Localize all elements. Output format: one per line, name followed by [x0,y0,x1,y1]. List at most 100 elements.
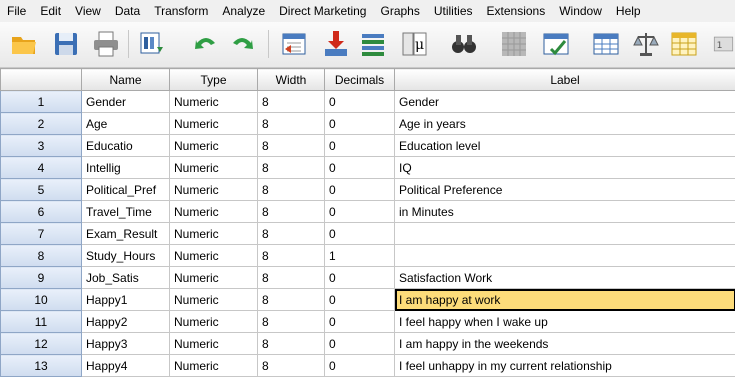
cell-decimals[interactable]: 0 [324,332,395,355]
menu-edit[interactable]: Edit [33,0,68,22]
cell-type[interactable]: Numeric [169,90,258,113]
cell-type[interactable]: Numeric [169,222,258,245]
cell-decimals[interactable]: 0 [324,156,395,179]
menu-direct-marketing[interactable]: Direct Marketing [272,0,373,22]
cell-decimals[interactable]: 0 [324,222,395,245]
cell-decimals[interactable]: 0 [324,354,395,377]
weight-cases-icon[interactable] [630,28,662,60]
cell-name[interactable]: Age [81,112,170,135]
cell-width[interactable]: 8 [257,90,325,113]
goto-variable-icon[interactable] [320,28,352,60]
menu-analyze[interactable]: Analyze [215,0,272,22]
cell-name[interactable]: Political_Pref [81,178,170,201]
cell-label[interactable]: I feel unhappy in my current relationshi… [394,354,735,377]
cell-label[interactable]: Satisfaction Work [394,266,735,289]
cell-label[interactable]: Age in years [394,112,735,135]
row-number[interactable]: 11 [0,310,82,333]
cell-width[interactable]: 8 [257,200,325,223]
cell-name[interactable]: Intellig [81,156,170,179]
cell-type[interactable]: Numeric [169,332,258,355]
column-header-decimals[interactable]: Decimals [324,68,395,91]
menu-file[interactable]: File [0,0,33,22]
cell-label[interactable]: I am happy in the weekends [394,332,735,355]
cell-name[interactable]: Gender [81,90,170,113]
cell-type[interactable]: Numeric [169,200,258,223]
column-header-label[interactable]: Label [394,68,735,91]
cell-width[interactable]: 8 [257,244,325,267]
menu-help[interactable]: Help [609,0,648,22]
menu-utilities[interactable]: Utilities [427,0,480,22]
cell-type[interactable]: Numeric [169,112,258,135]
cell-label[interactable]: I feel happy when I wake up [394,310,735,333]
cell-width[interactable]: 8 [257,266,325,289]
row-number[interactable]: 4 [0,156,82,179]
cell-type[interactable]: Numeric [169,156,258,179]
cell-name[interactable]: Happy1 [81,288,170,311]
cell-decimals[interactable]: 0 [324,90,395,113]
row-number[interactable]: 7 [0,222,82,245]
redo-icon[interactable] [226,28,258,60]
cell-width[interactable]: 8 [257,332,325,355]
cell-width[interactable]: 8 [257,134,325,157]
cell-width[interactable]: 8 [257,112,325,135]
row-number[interactable]: 2 [0,112,82,135]
find-icon[interactable] [448,28,480,60]
row-number[interactable]: 6 [0,200,82,223]
undo-icon[interactable] [190,28,222,60]
cell-width[interactable]: 8 [257,310,325,333]
cell-name[interactable]: Happy2 [81,310,170,333]
cell-width[interactable]: 8 [257,354,325,377]
cell-name[interactable]: Happy4 [81,354,170,377]
row-number[interactable]: 9 [0,266,82,289]
cell-decimals[interactable]: 0 [324,266,395,289]
row-number[interactable]: 13 [0,354,82,377]
cell-decimals[interactable]: 0 [324,134,395,157]
cell-decimals[interactable]: 0 [324,112,395,135]
cell-type[interactable]: Numeric [169,288,258,311]
menu-extensions[interactable]: Extensions [480,0,553,22]
cell-width[interactable]: 8 [257,222,325,245]
cell-label[interactable]: Political Preference [394,178,735,201]
row-number[interactable]: 8 [0,244,82,267]
cell-type[interactable]: Numeric [169,134,258,157]
menu-data[interactable]: Data [108,0,147,22]
cell-label[interactable] [394,244,735,267]
cell-width[interactable]: 8 [257,288,325,311]
cell-label[interactable]: in Minutes [394,200,735,223]
cell-label[interactable]: Education level [394,134,735,157]
cell-type[interactable]: Numeric [169,244,258,267]
value-labels-icon[interactable]: 1 [712,28,735,60]
row-number[interactable]: 12 [0,332,82,355]
cell-type[interactable]: Numeric [169,310,258,333]
split-file-icon[interactable] [590,28,622,60]
cell-name[interactable]: Job_Satis [81,266,170,289]
row-number[interactable]: 1 [0,90,82,113]
cell-width[interactable]: 8 [257,178,325,201]
cell-decimals[interactable]: 1 [324,244,395,267]
cell-name[interactable]: Study_Hours [81,244,170,267]
column-header-name[interactable]: Name [81,68,170,91]
recall-dialog-icon[interactable] [136,28,168,60]
cell-label[interactable]: IQ [394,156,735,179]
cell-name[interactable]: Happy3 [81,332,170,355]
cell-name[interactable]: Exam_Result [81,222,170,245]
cell-label[interactable]: I am happy at work [394,288,735,311]
corner-cell[interactable] [0,68,82,91]
cell-width[interactable]: 8 [257,156,325,179]
variables-icon[interactable] [358,28,390,60]
menu-transform[interactable]: Transform [147,0,215,22]
cell-decimals[interactable]: 0 [324,200,395,223]
select-cases-icon[interactable] [668,28,700,60]
row-number[interactable]: 5 [0,178,82,201]
open-folder-icon[interactable] [8,28,40,60]
row-number[interactable]: 3 [0,134,82,157]
insert-variable-icon[interactable] [540,28,572,60]
column-header-width[interactable]: Width [257,68,325,91]
cell-type[interactable]: Numeric [169,266,258,289]
run-descriptives-icon[interactable]: μ [398,28,430,60]
cell-label[interactable] [394,222,735,245]
cell-decimals[interactable]: 0 [324,288,395,311]
column-header-type[interactable]: Type [169,68,258,91]
menu-view[interactable]: View [68,0,108,22]
row-number[interactable]: 10 [0,288,82,311]
